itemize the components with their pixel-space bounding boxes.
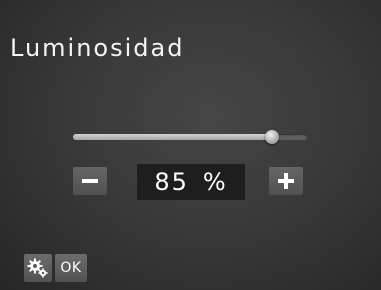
ok-button[interactable]: OK [55, 254, 87, 282]
slider-thumb[interactable] [265, 130, 279, 144]
brightness-value: 85 [154, 168, 189, 196]
brightness-slider[interactable] [73, 130, 307, 144]
decrease-button[interactable] [73, 167, 107, 195]
brightness-unit: % [202, 168, 228, 196]
gears-icon [27, 258, 48, 278]
brightness-value-display: 85 % [137, 164, 245, 200]
settings-button[interactable] [24, 254, 52, 282]
minus-icon [82, 179, 98, 183]
increase-button[interactable] [269, 167, 303, 195]
plus-icon [278, 173, 294, 189]
brightness-screen: Luminosidad 85 % OK [0, 0, 381, 290]
screen-title: Luminosidad [10, 34, 185, 62]
slider-fill [73, 134, 272, 140]
